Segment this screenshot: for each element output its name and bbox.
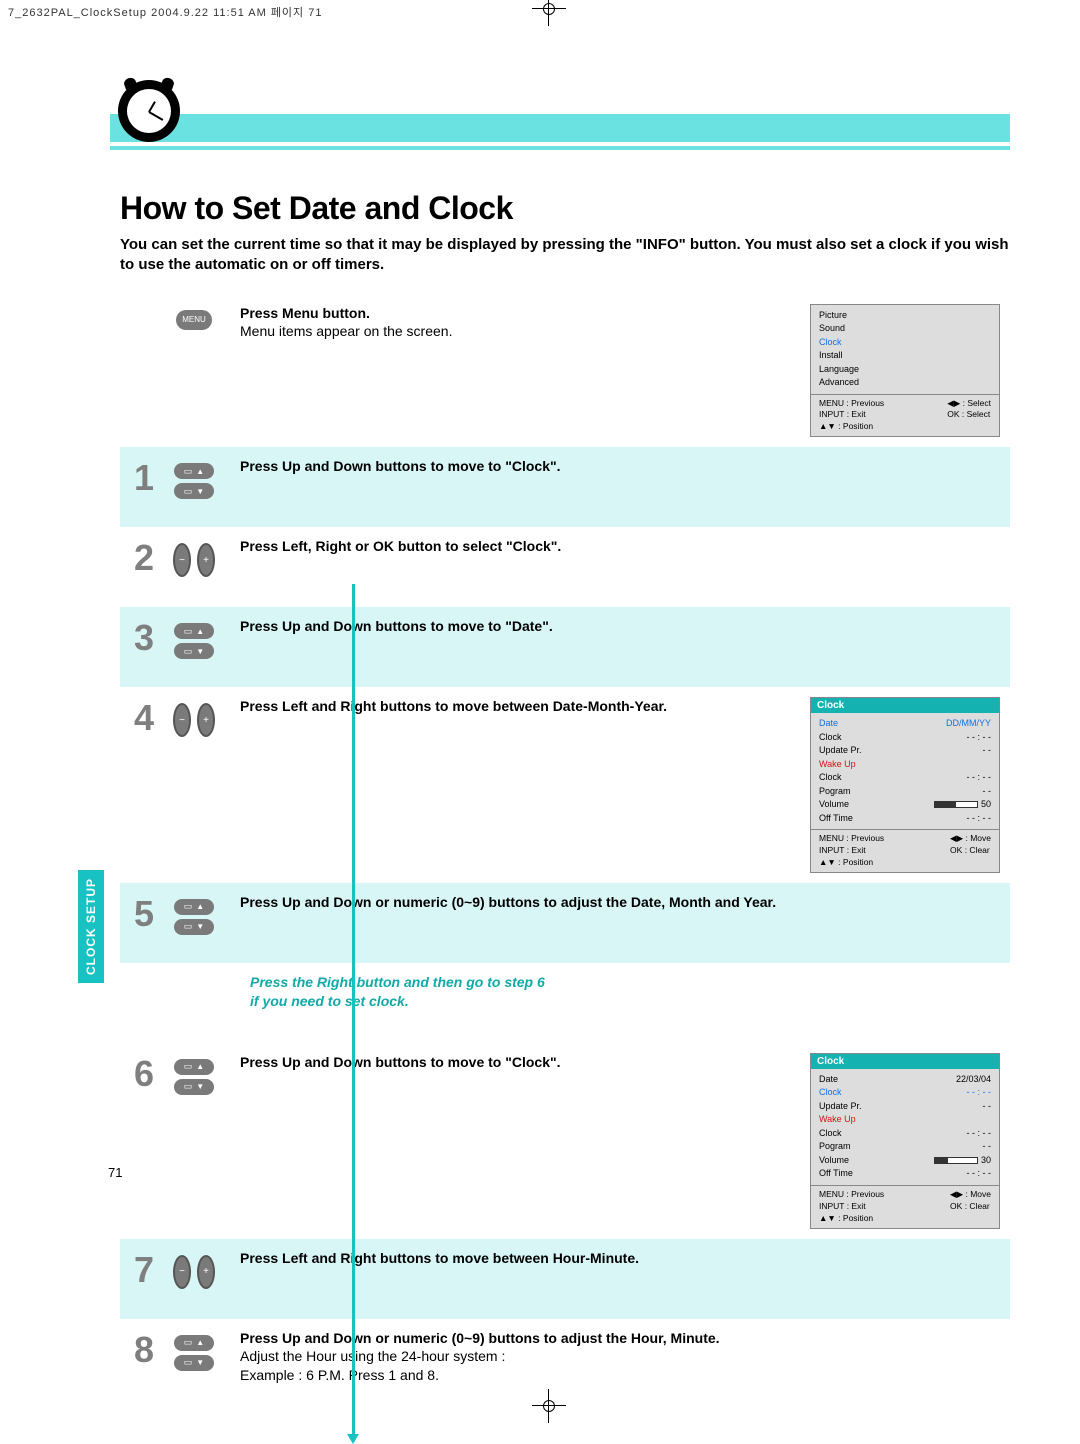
- step-number: 8: [124, 1329, 164, 1371]
- step-text: Press Left and Right buttons to move bet…: [240, 1249, 810, 1268]
- registration-mark-icon: [540, 1397, 558, 1415]
- mid-note: Press the Right button and then go to st…: [120, 963, 1010, 1043]
- step-text: Press Up and Down buttons to move to "Cl…: [240, 1053, 810, 1072]
- step-text: Adjust the Hour using the 24-hour system…: [240, 1347, 810, 1366]
- step-3: 3 ▭▲ ▭▼ Press Up and Down buttons to move t…: [120, 607, 1010, 687]
- step-number: 1: [124, 457, 164, 499]
- osd-panel: ClockDateDD/MM/YYClock- - : - -Update Pr…: [810, 697, 1000, 873]
- page-title: How to Set Date and Clock: [120, 190, 1010, 227]
- left-button-icon: −: [173, 543, 191, 577]
- hint-text: if you need to set clock.: [250, 992, 1010, 1011]
- step-4: 4−+ Press Left and Right buttons to move …: [120, 687, 1010, 883]
- step-menu: MENU Press Menu button. Menu items appea…: [120, 294, 1010, 448]
- left-button-icon: −: [173, 1255, 191, 1289]
- step-number: 7: [124, 1249, 164, 1291]
- right-button-icon: +: [197, 1255, 215, 1289]
- up-button-icon: ▭▲: [174, 1059, 214, 1075]
- step-text: Press Up and Down buttons to move to "Cl…: [240, 457, 810, 476]
- up-button-icon: ▭▲: [174, 463, 214, 479]
- step-text: Press Up and Down buttons to move to "Da…: [240, 617, 810, 636]
- up-button-icon: ▭▲: [174, 899, 214, 915]
- step-text: Press Left and Right buttons to move bet…: [240, 697, 810, 716]
- step-7: 7−+ Press Left and Right buttons to move …: [120, 1239, 1010, 1319]
- menu-button-icon: MENU: [176, 310, 212, 330]
- osd-title: Clock: [811, 698, 999, 713]
- step-number: 3: [124, 617, 164, 659]
- osd-title: Clock: [811, 1054, 999, 1069]
- left-button-icon: −: [173, 703, 191, 737]
- osd-panel: PictureSoundClockInstallLanguageAdvanced…: [810, 304, 1000, 438]
- osd-panel: ClockDate22/03/04Clock- - : - -Update Pr…: [810, 1053, 1000, 1229]
- step-text: Press Up and Down or numeric (0~9) butto…: [240, 893, 810, 912]
- down-button-icon: ▭▼: [174, 1079, 214, 1095]
- step-2: 2−+ Press Left, Right or OK button to sel…: [120, 527, 1010, 607]
- registration-mark-icon: [540, 0, 558, 18]
- right-button-icon: +: [197, 703, 215, 737]
- step-1: 1 ▭▲ ▭▼ Press Up and Down buttons to move t…: [120, 447, 1010, 527]
- down-button-icon: ▭▼: [174, 643, 214, 659]
- step-6: 6 ▭▲ ▭▼ Press Up and Down buttons to move t…: [120, 1043, 1010, 1239]
- hint-text: Press the Right button and then go to st…: [250, 973, 1010, 992]
- step-text: Press Up and Down or numeric (0~9) butto…: [240, 1329, 810, 1348]
- down-button-icon: ▭▼: [174, 483, 214, 499]
- step-text: Press Menu button.: [240, 304, 810, 323]
- step-number: 2: [124, 537, 164, 579]
- right-button-icon: +: [197, 543, 215, 577]
- step-8: 8 ▭▲ ▭▼ Press Up and Down or numeric (0~9) …: [120, 1319, 1010, 1399]
- down-button-icon: ▭▼: [174, 1355, 214, 1371]
- step-text: Menu items appear on the screen.: [240, 322, 810, 341]
- intro-text: You can set the current time so that it …: [120, 235, 1010, 276]
- step-text: Press Left, Right or OK button to select…: [240, 537, 810, 556]
- step-5: 5 ▭▲ ▭▼ Press Up and Down or numeric (0~9) …: [120, 883, 1010, 963]
- accent-bar: [110, 114, 1010, 142]
- up-button-icon: ▭▲: [174, 623, 214, 639]
- step-text: Example : 6 P.M. Press 1 and 8.: [240, 1366, 810, 1385]
- step-number: 4: [124, 697, 164, 739]
- down-button-icon: ▭▼: [174, 919, 214, 935]
- up-button-icon: ▭▲: [174, 1335, 214, 1351]
- section-tab: CLOCK SETUP: [78, 870, 104, 983]
- alarm-clock-icon: [118, 80, 180, 142]
- step-number: 6: [124, 1053, 164, 1095]
- step-timeline-icon: [352, 584, 355, 1434]
- step-number: 5: [124, 893, 164, 935]
- page-number: 71: [108, 1165, 122, 1180]
